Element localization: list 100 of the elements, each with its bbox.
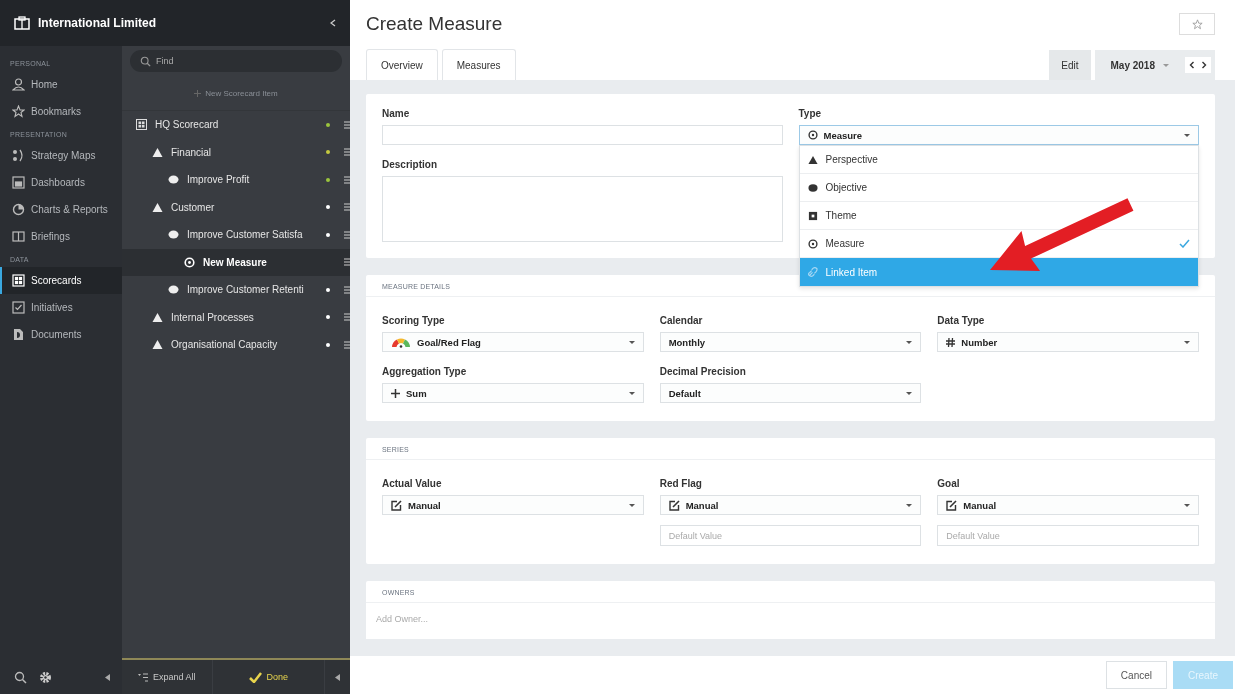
tree-item[interactable]: Financial (122, 138, 350, 166)
drag-handle-icon[interactable] (344, 120, 350, 129)
default-value-field[interactable]: Default Value (659, 525, 922, 546)
collapse-icon[interactable] (105, 673, 110, 681)
nav-item[interactable]: Bookmarks (0, 98, 122, 125)
field-label: Decimal Precision (659, 366, 747, 377)
tree-label: Improve Profit (187, 174, 250, 186)
description-field[interactable] (382, 176, 783, 242)
previous-icon[interactable] (1187, 60, 1197, 70)
drag-handle-icon[interactable] (344, 148, 350, 157)
bookmark-button[interactable] (1179, 13, 1215, 35)
search-icon[interactable] (14, 670, 27, 684)
drag-handle-icon[interactable] (344, 313, 350, 322)
building-icon (14, 16, 30, 30)
theme-icon (807, 210, 818, 221)
edit-icon (391, 499, 402, 511)
field-label: Goal (937, 478, 961, 489)
drag-handle-icon[interactable] (344, 230, 350, 239)
nav-item[interactable]: Charts & Reports (0, 196, 122, 223)
select-field[interactable]: Default (659, 383, 922, 403)
organization-title: International Limited (38, 16, 156, 30)
edit-button[interactable]: Edit (1049, 50, 1091, 80)
drag-handle-icon[interactable] (344, 203, 350, 212)
field-label: Description (382, 159, 438, 170)
perspective-icon (152, 339, 163, 351)
nav-item[interactable]: Strategy Maps (0, 142, 122, 169)
nav-item[interactable]: Briefings (0, 223, 122, 250)
tree-item[interactable]: Customer (122, 193, 350, 221)
caret-icon (628, 340, 635, 344)
menu-item[interactable]: Objective (799, 174, 1198, 202)
scorecard-icon (136, 119, 147, 131)
settings-icon[interactable] (39, 670, 52, 684)
tree-item[interactable]: HQ Scorecard (122, 111, 350, 139)
star-icon (12, 105, 25, 118)
type-dropdown[interactable]: Measure (798, 125, 1199, 145)
caret-icon (906, 340, 913, 344)
objective-icon (168, 229, 179, 241)
field-label: Actual Value (382, 478, 443, 489)
select-field[interactable]: Sum (382, 383, 644, 403)
measure-icon (184, 256, 195, 268)
select-field[interactable]: Manual (659, 495, 922, 515)
caret-icon (906, 391, 913, 395)
collapse-icon[interactable] (330, 19, 336, 27)
tree-label: Improve Customer Satisfa (187, 229, 303, 241)
nav-item[interactable]: Dashboards (0, 169, 122, 196)
cancel-button[interactable]: Cancel (1105, 661, 1167, 689)
next-icon[interactable] (1199, 60, 1209, 70)
search-field[interactable]: Find (130, 50, 342, 72)
name-field[interactable] (382, 125, 783, 145)
nav-item[interactable]: Scorecards (0, 267, 122, 294)
objective-icon (168, 284, 179, 296)
select-field[interactable]: Number (937, 332, 1199, 352)
nav-item[interactable]: Home (0, 71, 122, 98)
drag-handle-icon[interactable] (344, 340, 350, 349)
star-icon (1191, 18, 1203, 30)
checkmark-icon (248, 671, 262, 683)
page-title: Create Measure (366, 13, 503, 35)
caret-icon (1184, 133, 1190, 137)
menu-item[interactable]: Perspective (799, 146, 1198, 174)
tree-item[interactable]: Internal Processes (122, 303, 350, 331)
caret-icon (1163, 63, 1169, 67)
drag-handle-icon[interactable] (344, 285, 350, 294)
plus-icon (194, 89, 202, 97)
collapse-icon[interactable] (335, 673, 340, 681)
field-label: Red Flag (659, 478, 703, 489)
tree-label: Internal Processes (171, 311, 254, 323)
select-field[interactable]: Manual (937, 495, 1199, 515)
field-label: Data Type (937, 315, 986, 326)
edit-icon (668, 499, 680, 511)
drag-handle-icon[interactable] (344, 175, 350, 184)
select-field[interactable]: Goal/Red Flag (382, 332, 644, 352)
tree-item[interactable]: Improve Customer Satisfa (122, 221, 350, 249)
tree-label: Customer (171, 201, 215, 213)
tree-item[interactable]: New Measure (122, 248, 350, 276)
person-icon (12, 78, 25, 91)
dashboard-icon (12, 176, 25, 189)
perspective-icon (152, 201, 163, 213)
tree-item[interactable]: Improve Customer Retenti (122, 276, 350, 304)
select-field[interactable]: Manual (382, 495, 644, 515)
tree-item[interactable]: Improve Profit (122, 166, 350, 194)
nav-item[interactable]: Initiatives (0, 294, 122, 321)
field-label: Name (382, 108, 411, 119)
caret-icon (628, 503, 635, 507)
default-value-field[interactable]: Default Value (937, 525, 1199, 546)
scorecard-icon (12, 274, 25, 287)
perspective-icon (152, 311, 163, 323)
nav-item[interactable]: Documents (0, 321, 122, 348)
done-button[interactable]: Done (211, 660, 325, 694)
select-field[interactable]: Monthly (659, 332, 922, 352)
tree-label: New Measure (203, 256, 267, 268)
measure-icon (807, 130, 818, 140)
drag-handle-icon[interactable] (344, 258, 350, 267)
expand-icon (138, 672, 148, 682)
tree-item[interactable]: Organisational Capacity (122, 331, 350, 359)
tree-label: HQ Scorecard (155, 119, 219, 131)
edit-icon (946, 499, 958, 511)
link-icon (807, 267, 818, 277)
expand-all-button[interactable]: Expand All (122, 660, 212, 694)
caret-icon (906, 503, 913, 507)
hash-icon (946, 337, 956, 347)
